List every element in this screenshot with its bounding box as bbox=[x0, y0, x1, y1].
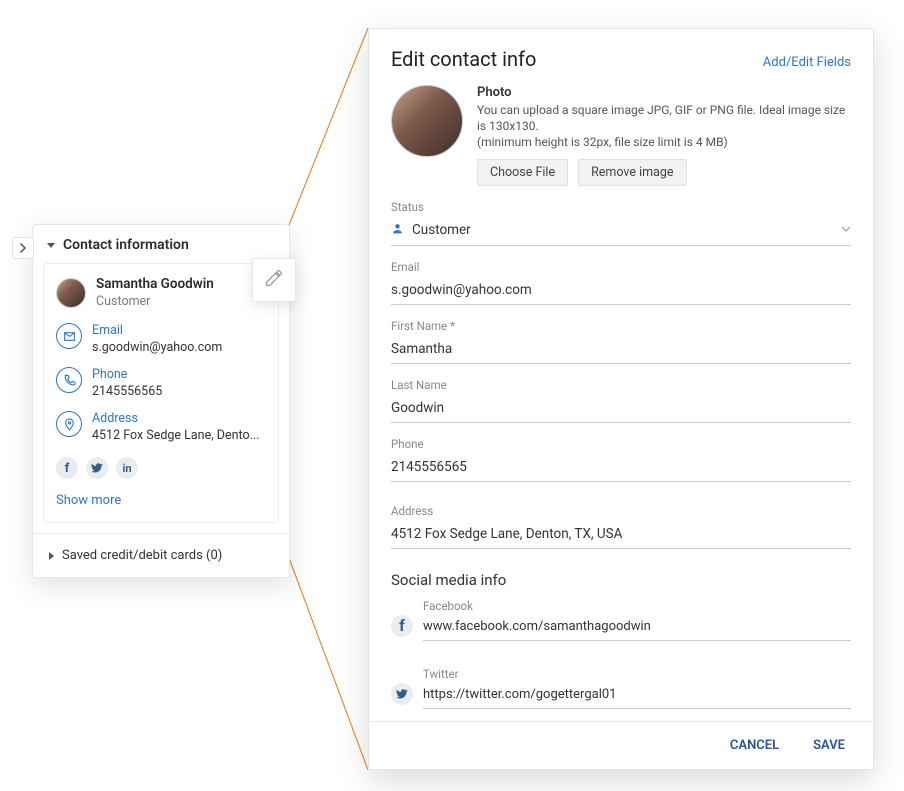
twitter-chip[interactable] bbox=[86, 457, 108, 479]
photo-avatar bbox=[391, 85, 463, 157]
address-input-value: 4512 Fox Sedge Lane, Denton, TX, USA bbox=[391, 526, 623, 542]
contact-information-card: Contact information Samantha Goodwin Cus… bbox=[32, 224, 290, 578]
photo-heading: Photo bbox=[477, 85, 851, 100]
facebook-chip[interactable]: f bbox=[56, 457, 78, 479]
pencil-icon bbox=[264, 268, 284, 292]
choose-file-button[interactable]: Choose File bbox=[477, 159, 568, 186]
expand-chevron[interactable] bbox=[12, 237, 34, 259]
twitter-input[interactable]: https://twitter.com/gogettergal01 bbox=[423, 683, 851, 709]
lastname-value: Goodwin bbox=[391, 400, 444, 416]
cancel-button[interactable]: CANCEL bbox=[730, 738, 779, 753]
facebook-input[interactable]: www.facebook.com/samanthagoodwin bbox=[423, 615, 851, 641]
lastname-input[interactable]: Goodwin bbox=[391, 394, 851, 423]
email-label: Email bbox=[92, 323, 222, 338]
twitter-icon bbox=[91, 459, 103, 478]
contact-role: Customer bbox=[96, 294, 214, 309]
address-label: Address bbox=[92, 411, 259, 426]
chevron-right-icon bbox=[18, 243, 28, 253]
edit-contact-button[interactable] bbox=[252, 258, 296, 302]
contact-avatar bbox=[56, 278, 86, 308]
save-button[interactable]: SAVE bbox=[813, 738, 845, 753]
status-value: Customer bbox=[412, 222, 471, 238]
add-edit-fields-link[interactable]: Add/Edit Fields bbox=[763, 55, 851, 70]
phone-icon bbox=[56, 367, 82, 393]
map-pin-icon bbox=[56, 411, 82, 437]
social-section-heading: Social media info bbox=[391, 571, 851, 589]
facebook-icon: f bbox=[65, 461, 70, 476]
phone-field-label: Phone bbox=[391, 437, 851, 451]
remove-image-button[interactable]: Remove image bbox=[578, 159, 686, 186]
facebook-icon: f bbox=[391, 615, 413, 637]
twitter-label: Twitter bbox=[423, 667, 851, 681]
person-icon bbox=[391, 222, 404, 239]
panel-title: Edit contact info bbox=[391, 47, 536, 71]
envelope-icon bbox=[56, 323, 82, 349]
saved-cards-section[interactable]: Saved credit/debit cards (0) bbox=[33, 533, 289, 577]
contact-name: Samantha Goodwin bbox=[96, 276, 214, 292]
email-input[interactable]: s.goodwin@yahoo.com bbox=[391, 276, 851, 305]
linkedin-chip[interactable]: in bbox=[116, 457, 138, 479]
field-phone[interactable]: Phone 2145556565 bbox=[56, 367, 266, 399]
chevron-down-icon bbox=[47, 243, 55, 248]
twitter-value: https://twitter.com/gogettergal01 bbox=[423, 687, 616, 702]
email-input-value: s.goodwin@yahoo.com bbox=[391, 282, 532, 298]
card-header[interactable]: Contact information bbox=[33, 225, 289, 263]
lastname-field-label: Last Name bbox=[391, 378, 851, 392]
caret-down-icon bbox=[841, 222, 851, 238]
phone-input[interactable]: 2145556565 bbox=[391, 453, 851, 482]
email-field-label: Email bbox=[391, 260, 851, 274]
address-value: 4512 Fox Sedge Lane, Dento... bbox=[92, 428, 259, 443]
status-select[interactable]: Customer bbox=[391, 216, 851, 246]
edit-contact-panel: Edit contact info Add/Edit Fields Photo … bbox=[368, 28, 874, 770]
chevron-right-icon bbox=[49, 552, 54, 560]
email-value: s.goodwin@yahoo.com bbox=[92, 340, 222, 355]
linkedin-icon: in bbox=[122, 462, 131, 475]
status-label: Status bbox=[391, 200, 851, 214]
saved-cards-label: Saved credit/debit cards (0) bbox=[62, 548, 222, 563]
address-input[interactable]: 4512 Fox Sedge Lane, Denton, TX, USA bbox=[391, 520, 851, 549]
address-field-label: Address bbox=[391, 504, 851, 518]
facebook-label: Facebook bbox=[423, 599, 851, 613]
card-title: Contact information bbox=[63, 237, 189, 253]
photo-description-1: You can upload a square image JPG, GIF o… bbox=[477, 102, 851, 134]
facebook-value: www.facebook.com/samanthagoodwin bbox=[423, 619, 651, 634]
show-more-link[interactable]: Show more bbox=[56, 493, 266, 508]
photo-description-2: (minimum height is 32px, file size limit… bbox=[477, 134, 851, 150]
twitter-icon bbox=[391, 683, 413, 705]
firstname-input[interactable]: Samantha bbox=[391, 335, 851, 364]
phone-label: Phone bbox=[92, 367, 162, 382]
firstname-field-label: First Name * bbox=[391, 319, 851, 333]
phone-value: 2145556565 bbox=[92, 384, 162, 399]
phone-input-value: 2145556565 bbox=[391, 459, 467, 475]
field-email[interactable]: Email s.goodwin@yahoo.com bbox=[56, 323, 266, 355]
field-address[interactable]: Address 4512 Fox Sedge Lane, Dento... bbox=[56, 411, 266, 443]
firstname-value: Samantha bbox=[391, 341, 452, 357]
